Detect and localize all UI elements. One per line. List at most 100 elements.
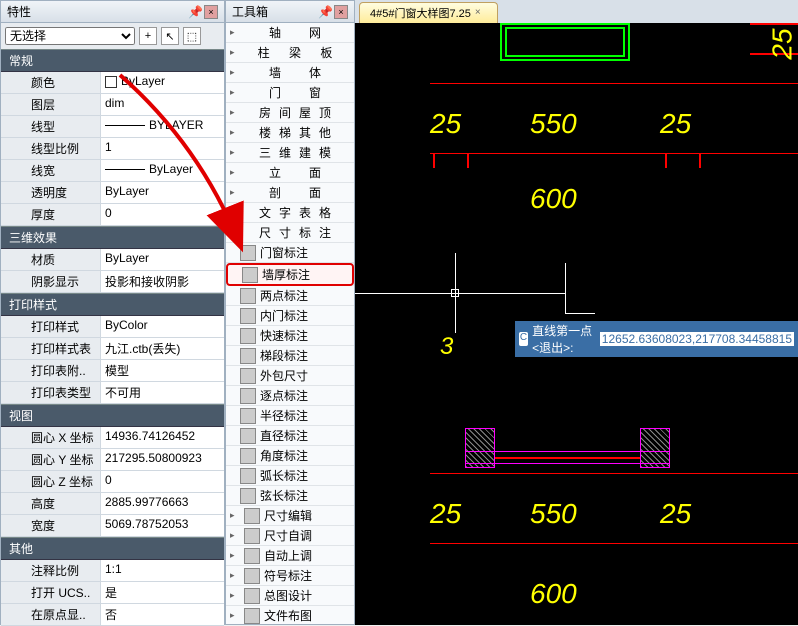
tool-icon <box>244 588 260 604</box>
tool-icon <box>240 348 256 364</box>
tool-item[interactable]: 弧长标注 <box>226 466 354 486</box>
tool-label: 自动上调 <box>264 547 350 564</box>
tool-icon <box>244 528 260 544</box>
tool-group[interactable]: ▸门 窗 <box>226 83 354 103</box>
document-tab[interactable]: 4#5#门窗大样图7.25 × <box>359 2 498 23</box>
tool-group[interactable]: ▸立 面 <box>226 163 354 183</box>
prop-origin[interactable]: 在原点显..否 <box>1 604 224 626</box>
tool-item[interactable]: 内门标注 <box>226 306 354 326</box>
tool-item[interactable]: 直径标注 <box>226 426 354 446</box>
tool-item[interactable]: 梯段标注 <box>226 346 354 366</box>
pin-icon[interactable]: 📌 <box>318 5 330 17</box>
prop-annoscale[interactable]: 注释比例1:1 <box>1 560 224 582</box>
hatch-pattern <box>640 428 670 468</box>
properties-toolbar: 无选择 + ↖ ⬚ <box>1 23 224 49</box>
prop-ltscale[interactable]: 线型比例1 <box>1 138 224 160</box>
close-panel-button[interactable]: × <box>334 5 348 19</box>
dim-line <box>430 153 798 154</box>
tool-item[interactable]: 外包尺寸 <box>226 366 354 386</box>
prop-center-x[interactable]: 圆心 X 坐标14936.74126452 <box>1 427 224 449</box>
dim-line <box>430 83 798 84</box>
select-objects-button[interactable]: ↖ <box>161 27 179 45</box>
tool-group[interactable]: ▸尺寸编辑 <box>226 506 354 526</box>
prop-center-z[interactable]: 圆心 Z 坐标0 <box>1 471 224 493</box>
tool-item[interactable]: 逐点标注 <box>226 386 354 406</box>
section-3d[interactable]: 三维效果 <box>1 226 224 249</box>
tool-item[interactable]: 角度标注 <box>226 446 354 466</box>
document-tab-bar: 4#5#门窗大样图7.25 × <box>355 0 798 23</box>
tool-group[interactable]: ▸楼梯其他 <box>226 123 354 143</box>
tool-label: 逐点标注 <box>260 387 350 404</box>
tool-group[interactable]: ▸文件布图 <box>226 606 354 625</box>
drawing-line <box>750 23 798 25</box>
section-general[interactable]: 常规 <box>1 49 224 72</box>
tool-group[interactable]: ▸尺寸自调 <box>226 526 354 546</box>
tool-item[interactable]: 弦长标注 <box>226 486 354 506</box>
properties-title: 特性 <box>7 3 31 20</box>
dim-text: 3 <box>440 333 453 361</box>
tool-label: 半径标注 <box>260 407 350 424</box>
prop-height[interactable]: 高度2885.99776663 <box>1 493 224 515</box>
prop-plotattached[interactable]: 打印表附..模型 <box>1 360 224 382</box>
canvas-area: 4#5#门窗大样图7.25 × 25 25 550 25 600 3 C <box>355 0 798 625</box>
dim-text: 550 <box>530 498 577 530</box>
prop-thickness[interactable]: 厚度0 <box>1 204 224 226</box>
toggle-pickadd-button[interactable]: + <box>139 27 157 45</box>
tool-label: 立 面 <box>240 164 350 181</box>
prop-plottabletype[interactable]: 打印表类型不可用 <box>1 382 224 404</box>
selection-dropdown[interactable]: 无选择 <box>5 27 135 45</box>
command-input[interactable]: 12652.63608023,217708.34458815 <box>600 332 794 346</box>
tool-label: 角度标注 <box>260 447 350 464</box>
tool-group[interactable]: ▸符号标注 <box>226 566 354 586</box>
expand-icon: ▸ <box>230 27 240 38</box>
tool-icon <box>240 388 256 404</box>
prop-transparency[interactable]: 透明度ByLayer <box>1 182 224 204</box>
expand-icon: ▸ <box>230 610 240 621</box>
dim-tick <box>699 153 701 168</box>
dim-text: 25 <box>660 108 691 140</box>
prop-color[interactable]: 颜色ByLayer <box>1 72 224 94</box>
tool-item[interactable]: 门窗标注 <box>226 243 354 263</box>
section-other[interactable]: 其他 <box>1 537 224 560</box>
tool-group[interactable]: ▸房间屋顶 <box>226 103 354 123</box>
prop-material[interactable]: 材质ByLayer <box>1 249 224 271</box>
section-plotstyle[interactable]: 打印样式 <box>1 293 224 316</box>
tool-group[interactable]: ▸尺寸标注 <box>226 223 354 243</box>
tool-item[interactable]: 快速标注 <box>226 326 354 346</box>
close-panel-button[interactable]: × <box>204 5 218 19</box>
prop-width[interactable]: 宽度5069.78752053 <box>1 515 224 537</box>
close-tab-button[interactable]: × <box>475 7 487 19</box>
prop-lineweight[interactable]: 线宽ByLayer <box>1 160 224 182</box>
expand-icon: ▸ <box>230 67 240 78</box>
tool-item[interactable]: 墙厚标注 <box>226 263 354 286</box>
dim-text: 25 <box>660 498 691 530</box>
prop-ucs[interactable]: 打开 UCS..是 <box>1 582 224 604</box>
tool-group[interactable]: ▸剖 面 <box>226 183 354 203</box>
toolbox-header: 工具箱 📌 × <box>226 1 354 23</box>
tool-icon <box>240 328 256 344</box>
tool-group[interactable]: ▸柱 梁 板 <box>226 43 354 63</box>
expand-icon: ▸ <box>230 550 240 561</box>
prop-center-y[interactable]: 圆心 Y 坐标217295.50800923 <box>1 449 224 471</box>
prop-shadow[interactable]: 阴影显示投影和接收阴影 <box>1 271 224 293</box>
tool-group[interactable]: ▸总图设计 <box>226 586 354 606</box>
pin-icon[interactable]: 📌 <box>188 5 200 17</box>
tool-icon <box>240 368 256 384</box>
tool-item[interactable]: 两点标注 <box>226 286 354 306</box>
tool-group[interactable]: ▸轴 网 <box>226 23 354 43</box>
tool-group[interactable]: ▸ 自动上调 <box>226 546 354 566</box>
quick-select-button[interactable]: ⬚ <box>183 27 201 45</box>
prop-layer[interactable]: 图层dim <box>1 94 224 116</box>
drawing-viewport[interactable]: 25 25 550 25 600 3 C 直线第一点<退出>: 12652.63… <box>355 23 798 625</box>
marker-line <box>565 263 566 313</box>
tool-group[interactable]: ▸墙 体 <box>226 63 354 83</box>
prop-plotstyle[interactable]: 打印样式ByColor <box>1 316 224 338</box>
tool-group[interactable]: ▸文字表格 <box>226 203 354 223</box>
prop-plottable[interactable]: 打印样式表九江.ctb(丢失) <box>1 338 224 360</box>
prop-linetype[interactable]: 线型BYLAYER <box>1 116 224 138</box>
tool-label: 三维建模 <box>240 144 350 161</box>
tool-group[interactable]: ▸三维建模 <box>226 143 354 163</box>
tool-item[interactable]: 半径标注 <box>226 406 354 426</box>
tool-label: 房间屋顶 <box>240 104 350 121</box>
section-view[interactable]: 视图 <box>1 404 224 427</box>
